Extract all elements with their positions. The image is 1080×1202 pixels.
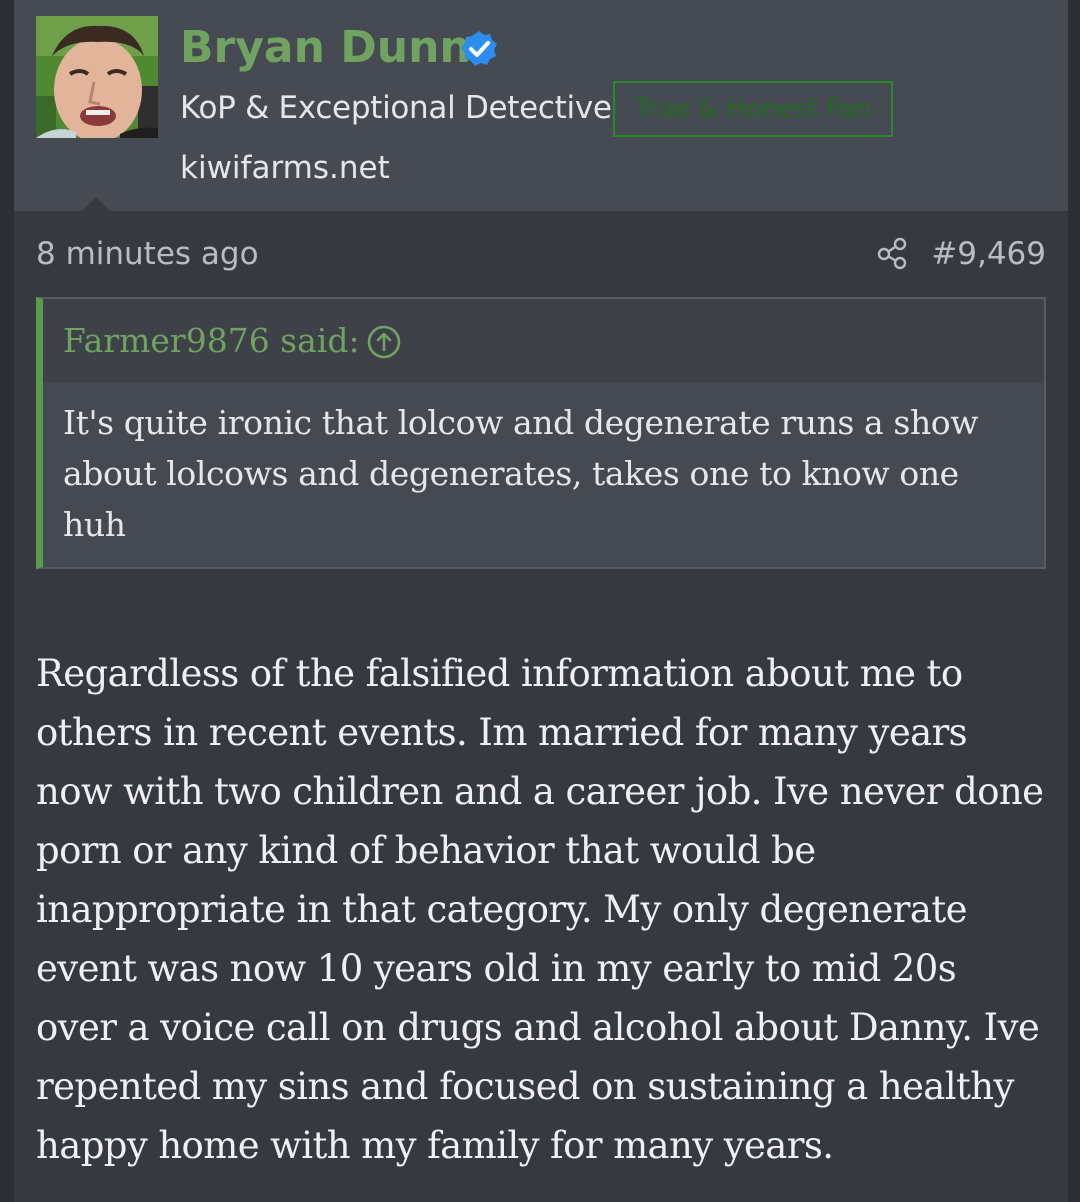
left-gutter xyxy=(0,0,14,1202)
quote-header: Farmer9876 said: xyxy=(43,299,1044,383)
quote-author[interactable]: Farmer9876 said: xyxy=(63,319,360,363)
user-header: Bryan Dunn KoP & Exceptional Detective T… xyxy=(14,0,1068,211)
quote-block: Farmer9876 said: It's quite ironic that … xyxy=(36,297,1046,569)
right-gutter xyxy=(1068,0,1080,1202)
arrow-up-circle-icon[interactable] xyxy=(366,324,402,360)
post-number-link[interactable]: #9,469 xyxy=(931,234,1046,274)
user-site: kiwifarms.net xyxy=(180,150,390,186)
post-page: Bryan Dunn KoP & Exceptional Detective T… xyxy=(0,0,1080,1202)
user-title: KoP & Exceptional Detective xyxy=(180,90,612,126)
verified-badge-icon xyxy=(459,29,499,69)
username[interactable]: Bryan Dunn xyxy=(180,20,471,76)
post-timestamp[interactable]: 8 minutes ago xyxy=(36,234,259,274)
share-icon[interactable] xyxy=(876,236,910,270)
user-banner: True & Honest Fan xyxy=(613,81,893,137)
header-pointer xyxy=(82,197,110,211)
post-body: Regardless of the falsified information … xyxy=(36,652,1044,1167)
avatar[interactable] xyxy=(36,16,158,138)
quote-text: It's quite ironic that lolcow and degene… xyxy=(63,403,979,544)
